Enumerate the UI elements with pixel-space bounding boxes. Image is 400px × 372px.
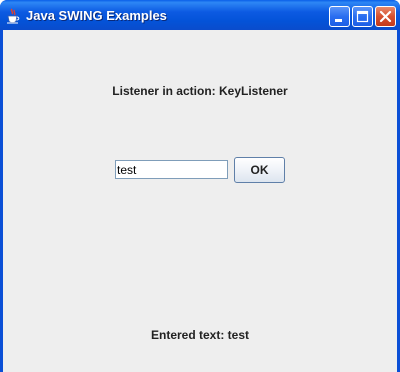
text-input[interactable] [115, 160, 228, 179]
close-button[interactable] [375, 6, 396, 27]
content-pane: Listener in action: KeyListener OK Enter… [3, 30, 397, 372]
maximize-button[interactable] [352, 6, 373, 27]
title-bar[interactable]: Java SWING Examples [0, 0, 400, 30]
application-window: Java SWING Examples Listener in action: … [0, 0, 400, 372]
window-title: Java SWING Examples [26, 8, 167, 23]
close-icon [379, 10, 392, 23]
minimize-icon [335, 19, 342, 22]
maximize-icon [356, 10, 369, 23]
minimize-button[interactable] [329, 6, 350, 27]
java-cup-icon[interactable] [6, 8, 20, 24]
entered-text-status: Entered text: test [3, 328, 397, 342]
listener-heading: Listener in action: KeyListener [112, 84, 288, 98]
ok-button[interactable]: OK [234, 157, 285, 183]
entered-text-value: test [227, 328, 250, 342]
entered-text-label: Entered text: [150, 328, 228, 342]
